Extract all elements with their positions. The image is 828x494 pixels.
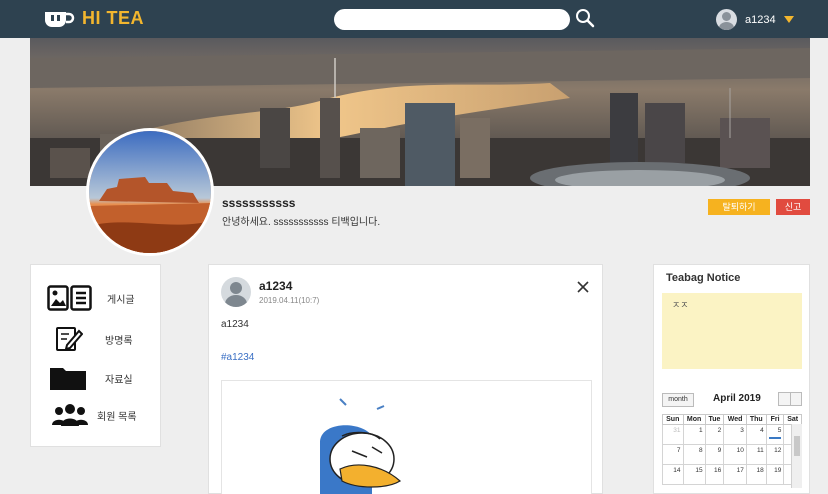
search-input[interactable] — [334, 9, 570, 30]
menu-item-archive[interactable]: 자료실 — [49, 365, 133, 391]
profile-bio: 안녕하세요. sssssssssss 티백입니다. — [222, 217, 381, 228]
menu-label-members: 회원 목록 — [97, 411, 137, 423]
weekday-header: Tue — [704, 414, 725, 425]
calendar-day[interactable]: 8 — [682, 444, 706, 465]
calendar-month-button[interactable]: month — [662, 393, 694, 407]
calendar-day[interactable]: 31 — [662, 424, 684, 445]
calendar-grid: Sun Mon Tue Wed Thu Fri Sat 31 1 2 3 4 5… — [662, 414, 802, 485]
weekday-header: Mon — [682, 414, 706, 425]
post-hashtag[interactable]: #a1234 — [221, 352, 254, 363]
board-icon — [47, 285, 92, 311]
post-timestamp: 2019.04.11(10:7) — [259, 296, 320, 305]
calendar-day[interactable]: 5 — [765, 424, 785, 445]
members-icon — [52, 404, 88, 426]
notice-panel: Teabag Notice ㅈㅈ month April 2019 Sun Mo… — [653, 264, 810, 494]
calendar-day[interactable]: 11 — [745, 444, 767, 465]
post-avatar — [221, 277, 251, 307]
close-icon[interactable] — [577, 281, 589, 293]
weekday-header: Wed — [723, 414, 747, 425]
weekday-header: Thu — [745, 414, 767, 425]
logo[interactable]: HI TEA — [44, 8, 144, 29]
withdraw-button[interactable]: 탈퇴하기 — [708, 199, 770, 215]
notice-text: ㅈㅈ — [672, 300, 689, 310]
search-icon[interactable] — [575, 8, 595, 28]
calendar-day[interactable]: 7 — [662, 444, 684, 465]
calendar-day[interactable]: 12 — [765, 444, 785, 465]
calendar-day[interactable]: 3 — [723, 424, 747, 445]
calendar-day[interactable]: 10 — [723, 444, 747, 465]
calendar-day[interactable]: 14 — [662, 464, 684, 485]
calendar-scrollbar[interactable] — [791, 424, 802, 488]
top-username: a1234 — [745, 13, 776, 26]
calendar-day[interactable]: 17 — [723, 464, 747, 485]
calendar-day[interactable]: 16 — [704, 464, 725, 485]
top-navbar: HI TEA a1234 — [0, 0, 828, 38]
post-text: a1234 — [221, 319, 249, 330]
post-username[interactable]: a1234 — [259, 279, 292, 293]
calendar-day[interactable]: 15 — [682, 464, 706, 485]
weekday-header: Sun — [662, 414, 684, 425]
side-menu: 게시글 방명록 자료실 회원 목록 — [30, 264, 161, 447]
notice-box: ㅈㅈ — [662, 293, 802, 369]
notice-title: Teabag Notice — [666, 272, 741, 284]
logo-text: HI TEA — [82, 8, 145, 28]
user-avatar — [716, 9, 737, 30]
post-image — [221, 380, 592, 494]
calendar-day[interactable]: 4 — [745, 424, 767, 445]
teacup-icon — [45, 11, 75, 27]
profile-avatar — [86, 128, 214, 256]
calendar-day[interactable]: 18 — [745, 464, 767, 485]
menu-item-board[interactable]: 게시글 — [47, 285, 135, 311]
guestbook-icon — [56, 327, 83, 351]
calendar-day[interactable]: 9 — [704, 444, 725, 465]
user-menu[interactable]: a1234 — [716, 9, 794, 30]
post-card: a1234 2019.04.11(10:7) a1234 #a1234 — [208, 264, 603, 494]
calendar-title: April 2019 — [713, 393, 761, 404]
profile-name: sssssssssss — [222, 196, 296, 210]
weekday-header: Sat — [783, 414, 802, 425]
menu-label-guestbook: 방명록 — [105, 335, 133, 347]
report-button[interactable]: 신고 — [776, 199, 810, 215]
menu-item-guestbook[interactable]: 방명록 — [55, 325, 133, 353]
menu-item-members[interactable]: 회원 목록 — [51, 403, 137, 427]
caret-down-icon — [783, 16, 794, 23]
folder-icon — [50, 368, 86, 390]
calendar-day[interactable]: 2 — [704, 424, 725, 445]
calendar-day[interactable]: 1 — [682, 424, 706, 445]
calendar-nav-buttons[interactable] — [778, 392, 802, 406]
calendar-day[interactable]: 19 — [765, 464, 785, 485]
menu-label-archive: 자료실 — [105, 374, 133, 386]
weekday-header: Fri — [765, 414, 785, 425]
menu-label-board: 게시글 — [107, 294, 135, 306]
